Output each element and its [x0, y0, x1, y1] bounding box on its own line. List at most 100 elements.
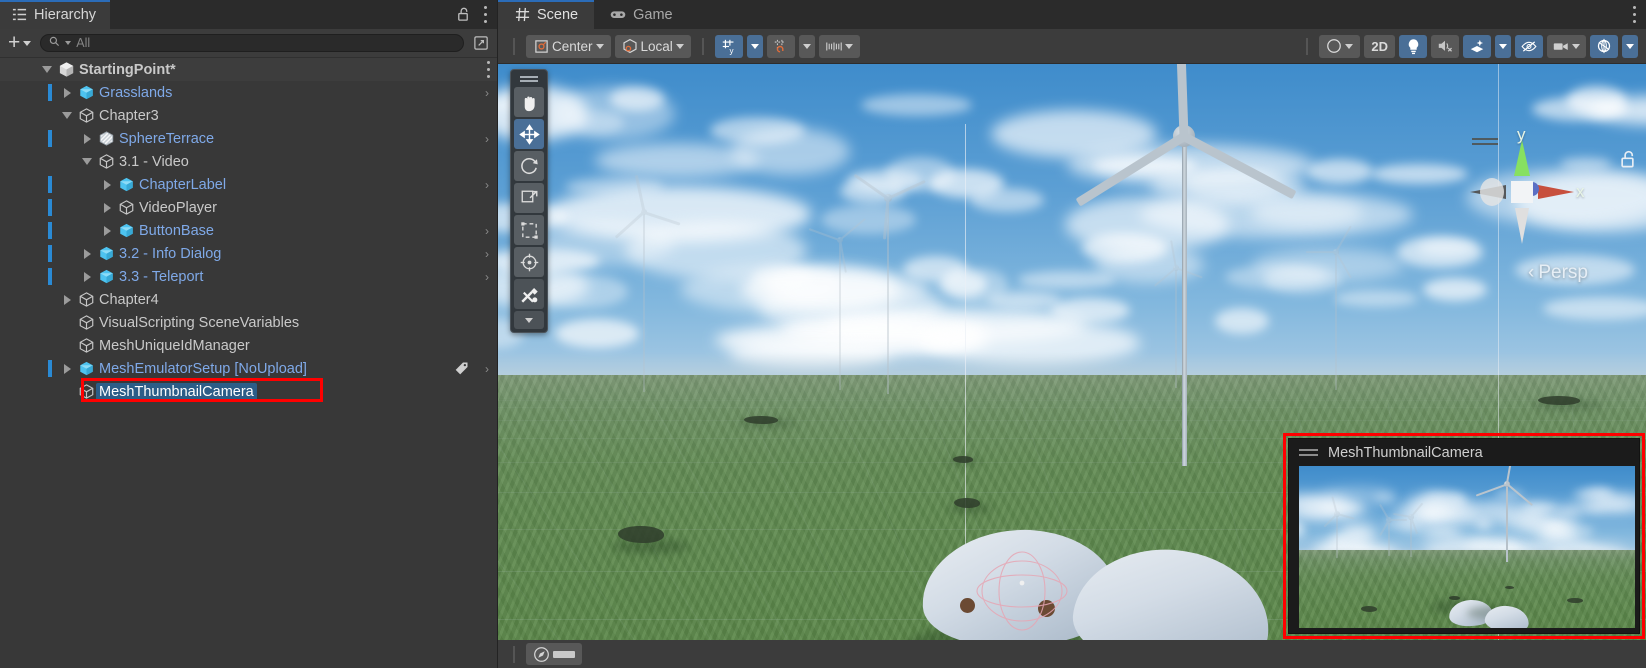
scene-tool-palette — [510, 69, 548, 333]
hierarchy-row[interactable]: StartingPoint* — [0, 58, 497, 81]
tab-scene[interactable]: Scene — [498, 0, 595, 29]
search-icon — [49, 36, 60, 50]
scene-nav-compass-icon[interactable] — [526, 643, 582, 665]
handle-rotation-button[interactable]: Local — [614, 34, 691, 58]
hierarchy-row-label-wrap: ChapterLabel — [136, 176, 229, 194]
tool-palette-dropdown[interactable] — [514, 311, 544, 329]
scene-viewport[interactable]: y x ‹ Persp MeshThumbnailCamera — [498, 64, 1646, 640]
search-input[interactable]: All — [40, 34, 464, 52]
padlock-open-icon[interactable] — [455, 7, 471, 23]
scene-camera-button[interactable] — [1547, 34, 1586, 58]
pivot-mode-button[interactable]: Center — [526, 34, 611, 58]
gizmo-projection-mode[interactable]: ‹ Persp — [1528, 262, 1588, 284]
chevron-right-icon — [103, 202, 111, 213]
add-gameobject-button[interactable]: + — [5, 32, 34, 54]
hierarchy-tabbar: Hierarchy — [0, 0, 497, 29]
tab-hierarchy[interactable]: Hierarchy — [0, 0, 111, 29]
open-prefab-chevron-icon[interactable]: › — [485, 132, 489, 146]
scene-fx-toggle[interactable] — [1463, 34, 1491, 58]
hierarchy-row[interactable]: ButtonBase › — [0, 219, 497, 242]
nav-slider-track[interactable] — [553, 650, 575, 658]
expand-arrow-right[interactable] — [58, 87, 76, 98]
toggle-2d-button[interactable]: 2D — [1364, 34, 1395, 58]
tool-button-move-tool[interactable] — [514, 119, 544, 149]
open-prefab-chevron-icon[interactable]: › — [485, 178, 489, 192]
hierarchy-row[interactable]: MeshEmulatorSetup [NoUpload] › — [0, 357, 497, 380]
hierarchy-row-label-wrap: ButtonBase — [136, 222, 217, 240]
hierarchy-row-label: StartingPoint* — [79, 61, 176, 78]
shading-mode-button[interactable] — [1319, 34, 1361, 58]
expand-arrow-right[interactable] — [98, 202, 116, 213]
expand-arrow-right[interactable] — [78, 133, 96, 144]
prefab-indicator-bar — [48, 360, 52, 377]
expand-arrow-right[interactable] — [78, 248, 96, 259]
scene-visibility-icon[interactable] — [470, 32, 492, 54]
tool-button-transform-tool[interactable] — [514, 247, 544, 277]
tab-game[interactable]: Game — [594, 0, 689, 29]
snap-increment-toggle[interactable] — [766, 34, 795, 58]
tool-button-hand-pan[interactable] — [514, 87, 544, 117]
measure-tool-button[interactable] — [818, 34, 860, 58]
tool-button-custom-tools[interactable] — [514, 279, 544, 309]
chevron-down-icon — [844, 43, 853, 49]
open-prefab-chevron-icon[interactable]: › — [485, 270, 489, 284]
expand-arrow-down[interactable] — [78, 158, 96, 165]
expand-arrow-down[interactable] — [58, 112, 76, 119]
gizmos-toggle[interactable] — [1590, 34, 1618, 58]
hierarchy-menu-icon[interactable] — [483, 6, 487, 23]
tool-button-rotate-tool[interactable] — [514, 151, 544, 181]
hierarchy-row[interactable]: Chapter3 — [0, 104, 497, 127]
camera-preview-header[interactable]: MeshThumbnailCamera — [1289, 439, 1639, 466]
tool-button-rect-transform-tool[interactable] — [514, 215, 544, 245]
hierarchy-row[interactable]: Chapter4 — [0, 288, 497, 311]
grid-snap-toggle[interactable]: y — [714, 34, 743, 58]
hierarchy-row[interactable]: SphereTerrace › — [0, 127, 497, 150]
chevron-down-icon — [42, 66, 52, 73]
chevron-down-icon — [1499, 43, 1507, 49]
hierarchy-row[interactable]: MeshUniqueIdManager — [0, 334, 497, 357]
audio-mute-icon — [1437, 38, 1453, 54]
expand-arrow-right[interactable] — [58, 363, 76, 374]
scene-menu-icon[interactable] — [1632, 6, 1636, 23]
open-prefab-chevron-icon[interactable]: › — [485, 86, 489, 100]
snap-increment-dropdown[interactable] — [798, 34, 815, 58]
hierarchy-row[interactable]: 3.2 - Info Dialog › — [0, 242, 497, 265]
scene-row-menu-icon[interactable] — [486, 61, 490, 78]
scene-audio-toggle[interactable] — [1431, 34, 1459, 58]
open-prefab-chevron-icon[interactable]: › — [485, 247, 489, 261]
hierarchy-row[interactable]: VideoPlayer — [0, 196, 497, 219]
scene-lighting-toggle[interactable] — [1399, 34, 1427, 58]
search-input-placeholder: All — [76, 36, 91, 50]
shaded-sphere-icon — [1326, 38, 1342, 54]
tag-icon[interactable] — [454, 361, 469, 380]
scene-visibility-toggle[interactable] — [1515, 34, 1543, 58]
tool-palette-grip[interactable] — [514, 73, 544, 85]
add-gameobject-label: + — [8, 31, 21, 54]
hierarchy-tree[interactable]: StartingPoint* Grasslands › Chapter3 SphereT… — [0, 58, 497, 668]
hierarchy-row[interactable]: ChapterLabel › — [0, 173, 497, 196]
gizmo-lock-icon[interactable] — [1619, 150, 1636, 174]
hierarchy-row-label: Chapter4 — [99, 291, 159, 308]
search-filter-chevron-icon[interactable] — [65, 41, 72, 45]
hierarchy-row[interactable]: MeshThumbnailCamera — [0, 380, 497, 403]
tool-button-scale-tool[interactable] — [514, 183, 544, 213]
expand-arrow-right[interactable] — [98, 179, 116, 190]
hierarchy-row[interactable]: 3.1 - Video — [0, 150, 497, 173]
hierarchy-row[interactable]: Grasslands › — [0, 81, 497, 104]
expand-arrow-right[interactable] — [78, 271, 96, 282]
drag-handle-icon[interactable] — [1299, 449, 1318, 456]
open-prefab-chevron-icon[interactable]: › — [485, 224, 489, 238]
tabbar-filler — [110, 0, 455, 29]
statusbar-separator — [513, 645, 515, 663]
scene-fx-dropdown[interactable] — [1495, 34, 1511, 58]
grid-snap-dropdown[interactable] — [746, 34, 763, 58]
open-prefab-chevron-icon[interactable]: › — [485, 362, 489, 376]
hierarchy-row[interactable]: 3.3 - Teleport › — [0, 265, 497, 288]
scene-view-gizmo[interactable]: y x — [1462, 125, 1585, 252]
hierarchy-row[interactable]: VisualScripting SceneVariables — [0, 311, 497, 334]
hierarchy-row-label: Chapter3 — [99, 107, 159, 124]
expand-arrow-right[interactable] — [58, 294, 76, 305]
gizmos-dropdown[interactable] — [1622, 34, 1638, 58]
expand-arrow-right[interactable] — [98, 225, 116, 236]
expand-arrow-down[interactable] — [38, 66, 56, 73]
